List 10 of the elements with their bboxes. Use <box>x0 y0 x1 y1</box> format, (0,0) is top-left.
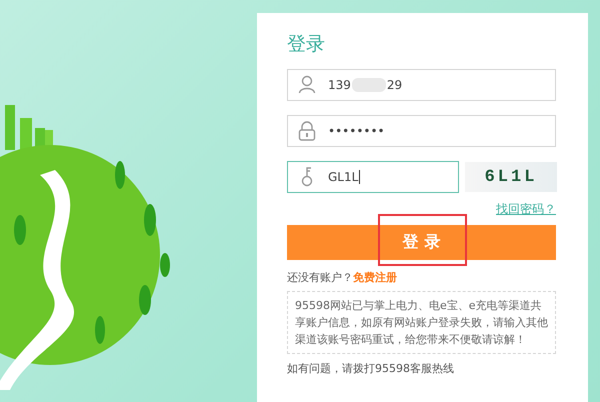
padlock-icon <box>298 121 316 141</box>
user-icon <box>298 75 316 95</box>
login-title: 登录 <box>287 32 326 57</box>
notice-text: 95598网站已与掌上电力、电e宝、e充电等渠道共享账户信息，如原有网站账户登录失败，请输入其他渠道该账号密码重试，给您带来不便敬请谅解！ <box>287 291 556 354</box>
captcha-image[interactable]: 6L1L <box>465 162 557 192</box>
user-input-field[interactable]: 139 29 <box>287 69 556 101</box>
help-text: 如有问题，请拨打95598客服热线 <box>287 361 455 376</box>
register-prompt: 还没有账户？ <box>287 270 353 285</box>
captcha-input-field[interactable]: GL1L <box>287 161 459 193</box>
password-input-field[interactable]: •••••••• <box>287 115 556 147</box>
